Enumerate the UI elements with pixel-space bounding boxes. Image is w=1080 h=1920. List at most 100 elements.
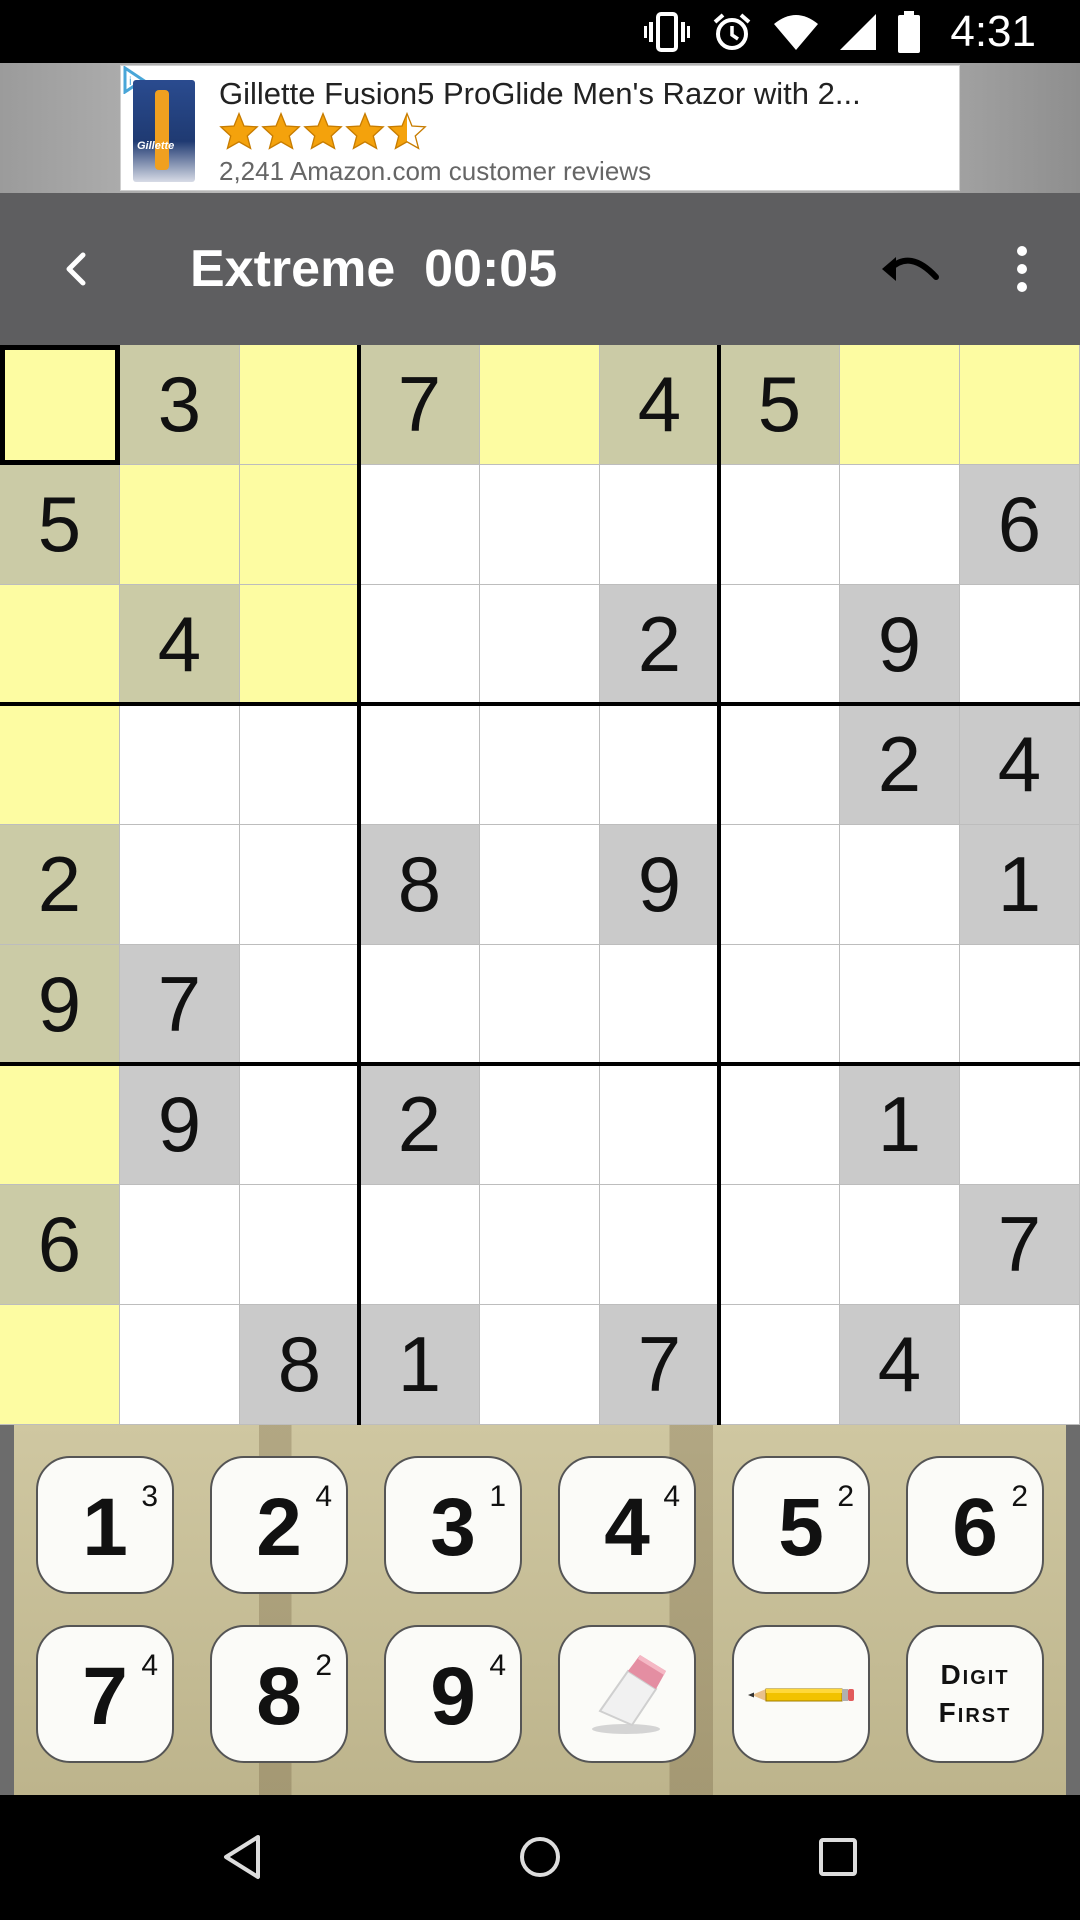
sudoku-cell[interactable]: 4 bbox=[600, 345, 720, 465]
sudoku-cell[interactable] bbox=[600, 705, 720, 825]
sudoku-cell[interactable]: 6 bbox=[0, 1185, 120, 1305]
digit-key-4[interactable]: 4 4 bbox=[558, 1456, 696, 1594]
sudoku-cell[interactable] bbox=[480, 1065, 600, 1185]
sudoku-cell[interactable] bbox=[0, 705, 120, 825]
sudoku-cell[interactable] bbox=[240, 1185, 360, 1305]
sudoku-cell[interactable]: 5 bbox=[720, 345, 840, 465]
sudoku-cell[interactable] bbox=[960, 1065, 1080, 1185]
sudoku-cell[interactable] bbox=[120, 825, 240, 945]
sudoku-cell[interactable]: 1 bbox=[960, 825, 1080, 945]
ad-banner[interactable]: i Gillette Gillette Fusion5 ProGlide Men… bbox=[120, 65, 960, 191]
sudoku-cell[interactable] bbox=[0, 1305, 120, 1425]
sudoku-cell[interactable] bbox=[720, 1065, 840, 1185]
nav-back-button[interactable] bbox=[202, 1825, 282, 1889]
more-options-button[interactable] bbox=[1000, 239, 1044, 299]
sudoku-cell[interactable] bbox=[720, 1185, 840, 1305]
digit-key-5[interactable]: 5 2 bbox=[732, 1456, 870, 1594]
ad-title[interactable]: Gillette Fusion5 ProGlide Men's Razor wi… bbox=[219, 76, 861, 112]
sudoku-cell[interactable] bbox=[480, 345, 600, 465]
sudoku-cell[interactable] bbox=[0, 345, 120, 465]
digit-key-9[interactable]: 9 4 bbox=[384, 1625, 522, 1763]
sudoku-cell[interactable] bbox=[720, 825, 840, 945]
sudoku-cell[interactable] bbox=[480, 945, 600, 1065]
sudoku-cell[interactable] bbox=[720, 585, 840, 705]
nav-recents-button[interactable] bbox=[798, 1825, 878, 1889]
sudoku-cell[interactable] bbox=[240, 1065, 360, 1185]
sudoku-cell[interactable]: 5 bbox=[0, 465, 120, 585]
sudoku-cell[interactable]: 4 bbox=[960, 705, 1080, 825]
ad-reviews[interactable]: 2,241 Amazon.com customer reviews bbox=[219, 156, 651, 187]
sudoku-cell[interactable] bbox=[600, 1065, 720, 1185]
sudoku-cell[interactable] bbox=[840, 345, 960, 465]
sudoku-cell[interactable] bbox=[480, 825, 600, 945]
sudoku-cell[interactable]: 9 bbox=[600, 825, 720, 945]
sudoku-cell[interactable]: 3 bbox=[120, 345, 240, 465]
sudoku-cell[interactable] bbox=[240, 825, 360, 945]
sudoku-cell[interactable]: 6 bbox=[960, 465, 1080, 585]
sudoku-cell[interactable] bbox=[240, 945, 360, 1065]
sudoku-cell[interactable] bbox=[720, 1305, 840, 1425]
sudoku-cell[interactable] bbox=[960, 585, 1080, 705]
sudoku-cell[interactable] bbox=[840, 945, 960, 1065]
sudoku-cell[interactable]: 7 bbox=[600, 1305, 720, 1425]
sudoku-cell[interactable] bbox=[360, 705, 480, 825]
sudoku-cell[interactable] bbox=[480, 1305, 600, 1425]
back-button[interactable] bbox=[44, 239, 104, 299]
sudoku-cell[interactable]: 4 bbox=[120, 585, 240, 705]
sudoku-cell[interactable]: 2 bbox=[600, 585, 720, 705]
sudoku-cell[interactable] bbox=[960, 345, 1080, 465]
sudoku-cell[interactable] bbox=[840, 825, 960, 945]
undo-button[interactable] bbox=[878, 239, 942, 299]
sudoku-cell[interactable] bbox=[840, 1185, 960, 1305]
digit-key-8[interactable]: 8 2 bbox=[210, 1625, 348, 1763]
sudoku-cell[interactable]: 7 bbox=[120, 945, 240, 1065]
sudoku-cell[interactable]: 8 bbox=[240, 1305, 360, 1425]
sudoku-cell[interactable] bbox=[0, 1065, 120, 1185]
sudoku-cell[interactable] bbox=[600, 465, 720, 585]
sudoku-cell[interactable]: 2 bbox=[360, 1065, 480, 1185]
sudoku-cell[interactable] bbox=[600, 1185, 720, 1305]
sudoku-cell[interactable] bbox=[120, 705, 240, 825]
sudoku-cell[interactable] bbox=[360, 585, 480, 705]
eraser-button[interactable] bbox=[558, 1625, 696, 1763]
sudoku-cell[interactable]: 7 bbox=[960, 1185, 1080, 1305]
sudoku-cell[interactable] bbox=[480, 585, 600, 705]
sudoku-cell[interactable] bbox=[360, 1185, 480, 1305]
sudoku-cell[interactable] bbox=[480, 465, 600, 585]
sudoku-cell[interactable] bbox=[720, 945, 840, 1065]
sudoku-cell[interactable] bbox=[600, 945, 720, 1065]
sudoku-cell[interactable] bbox=[480, 705, 600, 825]
digit-key-3[interactable]: 3 1 bbox=[384, 1456, 522, 1594]
sudoku-cell[interactable] bbox=[0, 585, 120, 705]
digit-key-7[interactable]: 7 4 bbox=[36, 1625, 174, 1763]
sudoku-cell[interactable] bbox=[120, 1185, 240, 1305]
sudoku-cell[interactable] bbox=[240, 705, 360, 825]
nav-home-button[interactable] bbox=[500, 1825, 580, 1889]
sudoku-cell[interactable] bbox=[720, 465, 840, 585]
digit-key-2[interactable]: 2 4 bbox=[210, 1456, 348, 1594]
sudoku-cell[interactable]: 8 bbox=[360, 825, 480, 945]
sudoku-cell[interactable] bbox=[120, 1305, 240, 1425]
sudoku-cell[interactable]: 4 bbox=[840, 1305, 960, 1425]
sudoku-cell[interactable] bbox=[480, 1185, 600, 1305]
sudoku-cell[interactable] bbox=[240, 345, 360, 465]
sudoku-cell[interactable]: 1 bbox=[360, 1305, 480, 1425]
sudoku-cell[interactable]: 2 bbox=[0, 825, 120, 945]
sudoku-cell[interactable] bbox=[360, 945, 480, 1065]
sudoku-cell[interactable]: 9 bbox=[120, 1065, 240, 1185]
sudoku-cell[interactable] bbox=[240, 585, 360, 705]
sudoku-cell[interactable] bbox=[960, 1305, 1080, 1425]
pencil-button[interactable] bbox=[732, 1625, 870, 1763]
sudoku-cell[interactable]: 1 bbox=[840, 1065, 960, 1185]
digit-key-1[interactable]: 1 3 bbox=[36, 1456, 174, 1594]
sudoku-cell[interactable]: 7 bbox=[360, 345, 480, 465]
digit-first-button[interactable]: Digit First bbox=[906, 1625, 1044, 1763]
ad-product-image[interactable]: Gillette bbox=[133, 80, 195, 182]
sudoku-cell[interactable]: 9 bbox=[0, 945, 120, 1065]
sudoku-cell[interactable] bbox=[720, 705, 840, 825]
sudoku-cell[interactable] bbox=[120, 465, 240, 585]
sudoku-cell[interactable] bbox=[840, 465, 960, 585]
digit-key-6[interactable]: 6 2 bbox=[906, 1456, 1044, 1594]
sudoku-cell[interactable]: 9 bbox=[840, 585, 960, 705]
sudoku-cell[interactable]: 2 bbox=[840, 705, 960, 825]
